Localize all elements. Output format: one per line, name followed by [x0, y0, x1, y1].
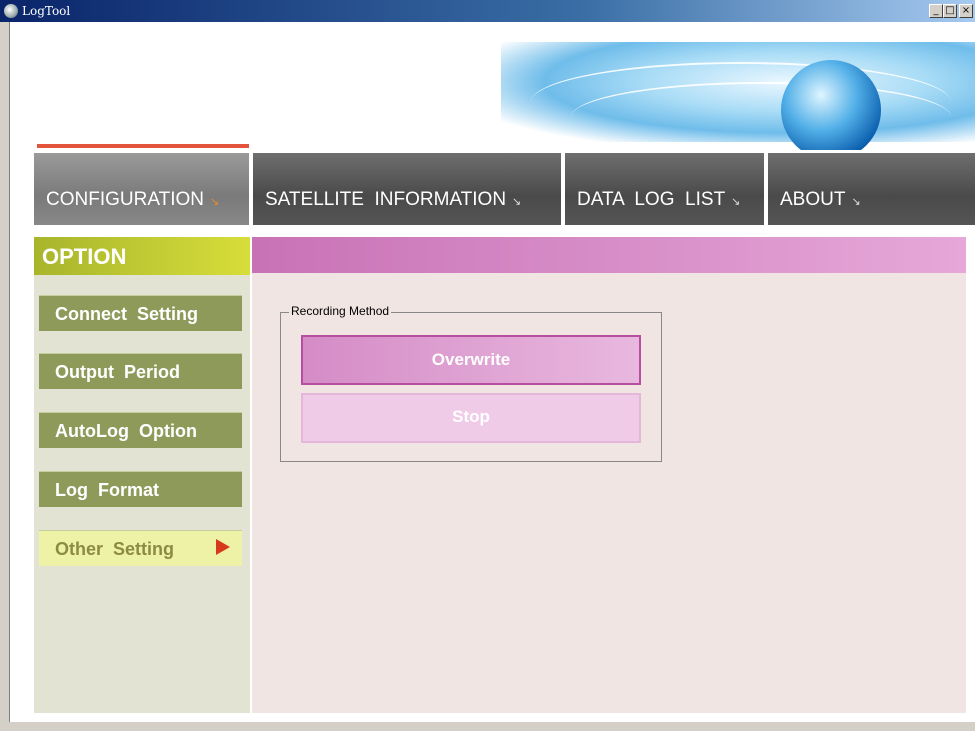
app-icon — [4, 4, 18, 18]
client-area: CONFIGURATION ↘ SATELLITE INFORMATION ↘ DA… — [9, 22, 975, 722]
stop-button[interactable]: Stop — [301, 393, 641, 443]
arrow-down-right-icon: ↘ — [209, 196, 220, 208]
close-button[interactable]: × — [959, 4, 973, 18]
sidebar-item-connect-setting[interactable]: Connect Setting — [39, 295, 242, 331]
app-window: LogTool _ □ × CONFIGURATION ↘ SATELLITE I… — [0, 0, 975, 731]
tab-label: DATA LOG LIST — [577, 189, 726, 210]
tab-configuration[interactable]: CONFIGURATION ↘ — [34, 153, 251, 225]
main-panel: Recording Method Overwrite Stop — [252, 237, 966, 713]
minimize-button[interactable]: _ — [929, 4, 943, 18]
play-arrow-icon — [216, 539, 230, 555]
accent-line — [37, 144, 249, 148]
main-header-bar — [252, 237, 966, 273]
title-bar[interactable]: LogTool _ □ × — [0, 0, 975, 22]
sidebar-item-label: Output Period — [55, 362, 180, 382]
arrow-down-right-icon: ↘ — [851, 196, 861, 208]
sidebar-item-log-format[interactable]: Log Format — [39, 471, 242, 507]
tab-label: SATELLITE INFORMATION — [265, 189, 507, 210]
tab-about[interactable]: ABOUT ↘ — [768, 153, 975, 225]
tab-label: ABOUT — [780, 189, 846, 210]
sidebar-item-label: AutoLog Option — [55, 421, 197, 441]
globe-icon — [781, 60, 881, 150]
recording-method-group: Recording Method Overwrite Stop — [280, 304, 662, 462]
sidebar-item-label: Connect Setting — [55, 304, 198, 324]
sidebar-item-label: Log Format — [55, 480, 159, 500]
window-bottom-border — [0, 722, 975, 731]
tab-label: CONFIGURATION — [46, 189, 204, 210]
option-sidebar: OPTION Connect Setting Output Period Aut… — [34, 237, 250, 713]
header-banner — [11, 22, 975, 150]
window-title: LogTool — [22, 4, 71, 18]
banner-wave-decoration — [571, 82, 951, 150]
overwrite-button[interactable]: Overwrite — [301, 335, 641, 385]
sidebar-header: OPTION — [34, 237, 250, 275]
arrow-down-right-icon: ↘ — [512, 196, 522, 208]
sidebar-item-output-period[interactable]: Output Period — [39, 353, 242, 389]
tab-data-log-list[interactable]: DATA LOG LIST ↘ — [565, 153, 766, 225]
main-nav: CONFIGURATION ↘ SATELLITE INFORMATION ↘ DA… — [34, 153, 975, 225]
group-label: Recording Method — [289, 304, 392, 318]
arrow-down-right-icon: ↘ — [731, 196, 741, 208]
sidebar-item-other-setting[interactable]: Other Setting — [39, 530, 242, 566]
sidebar-item-autolog-option[interactable]: AutoLog Option — [39, 412, 242, 448]
maximize-button[interactable]: □ — [943, 4, 957, 18]
tab-satellite-information[interactable]: SATELLITE INFORMATION ↘ — [253, 153, 563, 225]
sidebar-item-label: Other Setting — [55, 539, 175, 559]
